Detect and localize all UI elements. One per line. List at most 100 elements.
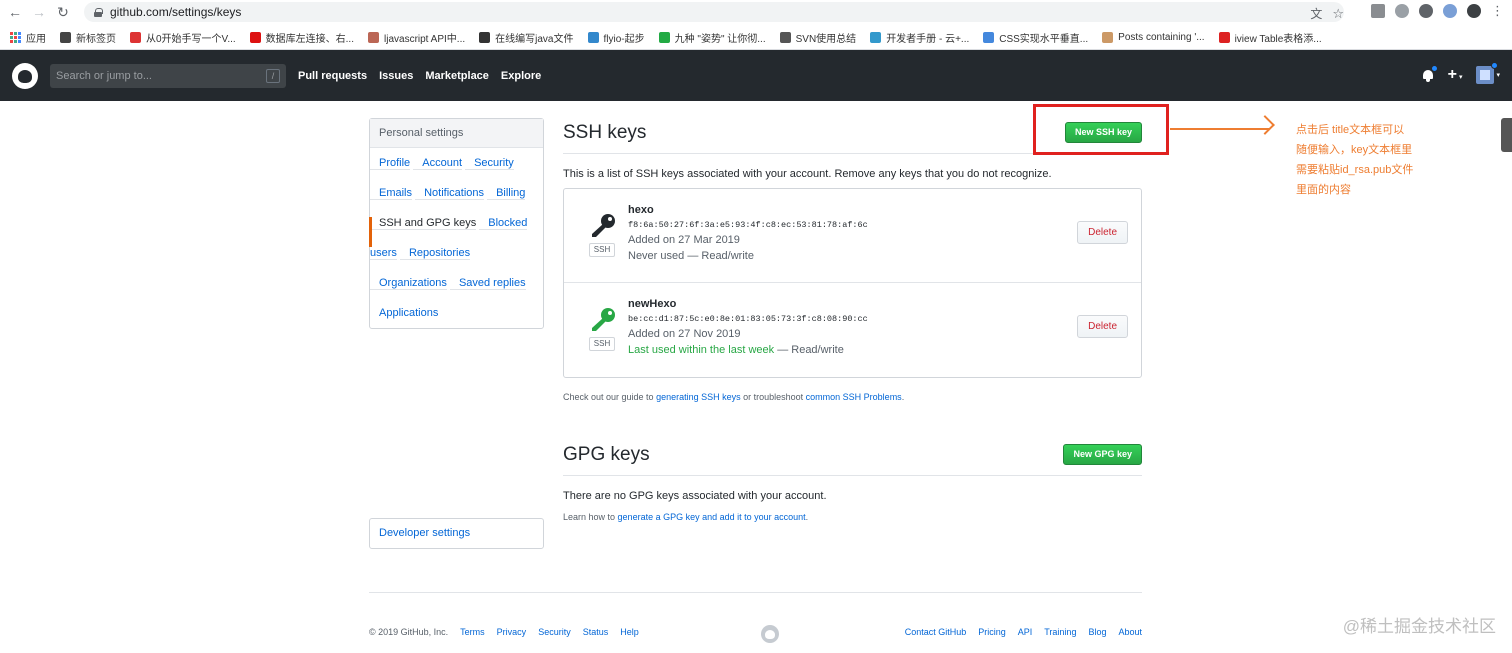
sidebar-item-ssh-gpg-keys[interactable]: SSH and GPG keys <box>370 217 477 230</box>
menu-icon[interactable]: ⋮ <box>1491 3 1504 19</box>
sidebar-item-emails[interactable]: Emails <box>370 187 413 200</box>
bookmark-label: 九种 "姿势" 让你彻... <box>674 33 766 45</box>
sidebar-item-saved-replies[interactable]: Saved replies <box>449 277 526 290</box>
ssh-keys-title: SSH keys <box>563 122 647 143</box>
generate-gpg-key-link[interactable]: generate a GPG key and add it to your ac… <box>618 512 806 522</box>
translate-icon[interactable]: 文 <box>1310 5 1322 22</box>
bookmark-item[interactable]: 新标签页 <box>60 30 116 45</box>
delete-key-button[interactable]: Delete <box>1077 221 1128 244</box>
footer-link-privacy[interactable]: Privacy <box>497 627 527 637</box>
common-ssh-problems-link[interactable]: common SSH Problems <box>806 392 902 402</box>
footer-link-about[interactable]: About <box>1118 627 1142 637</box>
footer-link-blog[interactable]: Blog <box>1088 627 1106 637</box>
sidebar-item-security[interactable]: Security <box>465 157 514 170</box>
key-info: hexo f8:6a:50:27:6f:3a:e5:93:4f:c8:ec:53… <box>628 204 868 262</box>
delete-key-button[interactable]: Delete <box>1077 315 1128 338</box>
extension-icon[interactable] <box>1443 4 1457 18</box>
profile-icon[interactable] <box>1467 4 1481 18</box>
guide-prefix: Check out our guide to <box>563 392 657 402</box>
sidebar-item-profile[interactable]: Profile <box>370 157 411 170</box>
footer-right: Contact GitHub Pricing API Training Blog… <box>905 627 1142 637</box>
sidebar-item-repositories[interactable]: Repositories <box>399 247 471 260</box>
notifications-bell-icon[interactable] <box>1422 64 1438 82</box>
bookmark-item[interactable]: flyio-起步 <box>587 30 645 45</box>
bookmark-item[interactable]: iview Table表格添... <box>1218 30 1322 45</box>
favicon-icon <box>983 31 995 43</box>
sidebar-heading: Personal settings <box>370 119 543 148</box>
highlight-box <box>1033 104 1169 155</box>
create-new-button[interactable]: + ▾ <box>1448 66 1463 84</box>
back-icon[interactable]: ← <box>6 3 24 21</box>
favicon-icon <box>1218 31 1230 43</box>
star-icon[interactable]: ☆ <box>1332 6 1344 22</box>
key-icon <box>592 214 615 237</box>
main-content: SSH keys New SSH key This is a list of S… <box>563 112 1142 522</box>
key-usage: Last used within the last week — Read/wr… <box>628 344 868 356</box>
bookmark-item[interactable]: 九种 "姿势" 让你彻... <box>658 30 766 45</box>
slash-shortcut-icon: / <box>266 68 280 83</box>
caret-down-icon: ▾ <box>1458 74 1463 81</box>
footer-link-terms[interactable]: Terms <box>460 627 485 637</box>
footer-link-training[interactable]: Training <box>1044 627 1076 637</box>
bookmark-item[interactable]: 从0开始手写一个V... <box>130 30 236 45</box>
bookmark-apps[interactable]: 应用 <box>10 30 46 45</box>
bookmark-item[interactable]: 开发者手册 - 云+... <box>870 30 969 45</box>
user-menu[interactable]: ▾ <box>1476 62 1500 84</box>
ssh-key-list: SSH hexo f8:6a:50:27:6f:3a:e5:93:4f:c8:e… <box>563 188 1142 378</box>
ssh-badge: SSH <box>589 243 615 257</box>
key-usage: Never used — Read/write <box>628 250 868 262</box>
bookmarks-bar: 应用 新标签页 从0开始手写一个V... 数据库左连接、右... ljavascript… <box>0 26 1512 48</box>
sidebar-item-billing[interactable]: Billing <box>487 187 526 200</box>
footer-link-pricing[interactable]: Pricing <box>978 627 1006 637</box>
sidebar-item-account[interactable]: Account <box>413 157 462 170</box>
footer-link-security[interactable]: Security <box>538 627 571 637</box>
bookmark-item[interactable]: ljavascript API中... <box>368 30 465 45</box>
address-url[interactable]: github.com/settings/keys <box>110 5 241 19</box>
caret-down-icon: ▾ <box>1496 72 1500 79</box>
footer-link-contact[interactable]: Contact GitHub <box>905 627 967 637</box>
reload-icon[interactable]: ↻ <box>54 3 72 21</box>
gpg-learn-text: Learn how to generate a GPG key and add … <box>563 512 1142 522</box>
guide-suffix: . <box>901 392 905 402</box>
lock-icon <box>94 7 103 17</box>
address-bar[interactable]: github.com/settings/keys 文 ☆ <box>84 2 1344 22</box>
sidebar-item-organizations[interactable]: Organizations <box>370 277 447 290</box>
sidebar-item-applications[interactable]: Applications <box>370 307 438 319</box>
favicon-icon <box>870 31 882 43</box>
scrollbar-thumb[interactable] <box>1501 118 1512 152</box>
sidebar-item-notifications[interactable]: Notifications <box>415 187 484 200</box>
footer-link-help[interactable]: Help <box>620 627 639 637</box>
github-mark-icon[interactable] <box>761 625 779 643</box>
search-input[interactable]: Search or jump to... / <box>50 63 286 88</box>
github-header: Search or jump to... / Pull requests Iss… <box>0 50 1512 101</box>
extension-icon[interactable] <box>1419 4 1433 18</box>
bookmark-item[interactable]: 在线编写java文件 <box>479 30 574 45</box>
favicon-icon <box>1102 31 1114 43</box>
ssh-key-row: SSH newHexo be:cc:d1:87:5c:e0:8e:01:83:0… <box>564 283 1141 377</box>
nav-pull-requests[interactable]: Pull requests <box>298 70 367 82</box>
new-gpg-key-button[interactable]: New GPG key <box>1063 444 1142 465</box>
extension-icon[interactable] <box>1371 4 1385 18</box>
bookmark-item[interactable]: SVN使用总结 <box>779 30 856 45</box>
bookmark-item[interactable]: CSS实现水平垂直... <box>983 30 1088 45</box>
key-access: — Read/write <box>684 250 754 262</box>
sidebar-item-developer-settings[interactable]: Developer settings <box>369 518 544 549</box>
bookmark-item[interactable]: 数据库左连接、右... <box>249 30 354 45</box>
github-logo-icon[interactable] <box>12 62 38 89</box>
key-icon <box>592 308 615 331</box>
footer-link-status[interactable]: Status <box>583 627 609 637</box>
forward-icon[interactable]: → <box>30 3 48 21</box>
avatar <box>1476 62 1499 84</box>
extension-icon[interactable] <box>1395 4 1409 18</box>
footer-link-api[interactable]: API <box>1018 627 1033 637</box>
key-info: newHexo be:cc:d1:87:5c:e0:8e:01:83:05:73… <box>628 298 868 356</box>
learn-suffix: . <box>805 512 809 522</box>
nav-marketplace[interactable]: Marketplace <box>425 70 489 82</box>
gpg-empty-text: There are no GPG keys associated with yo… <box>563 490 827 502</box>
bookmark-label: 从0开始手写一个V... <box>146 33 236 45</box>
generating-ssh-keys-link[interactable]: generating SSH keys <box>656 392 741 402</box>
bookmark-label: 数据库左连接、右... <box>265 33 354 45</box>
nav-issues[interactable]: Issues <box>379 70 413 82</box>
nav-explore[interactable]: Explore <box>501 70 541 82</box>
bookmark-item[interactable]: Posts containing '... <box>1102 31 1205 43</box>
